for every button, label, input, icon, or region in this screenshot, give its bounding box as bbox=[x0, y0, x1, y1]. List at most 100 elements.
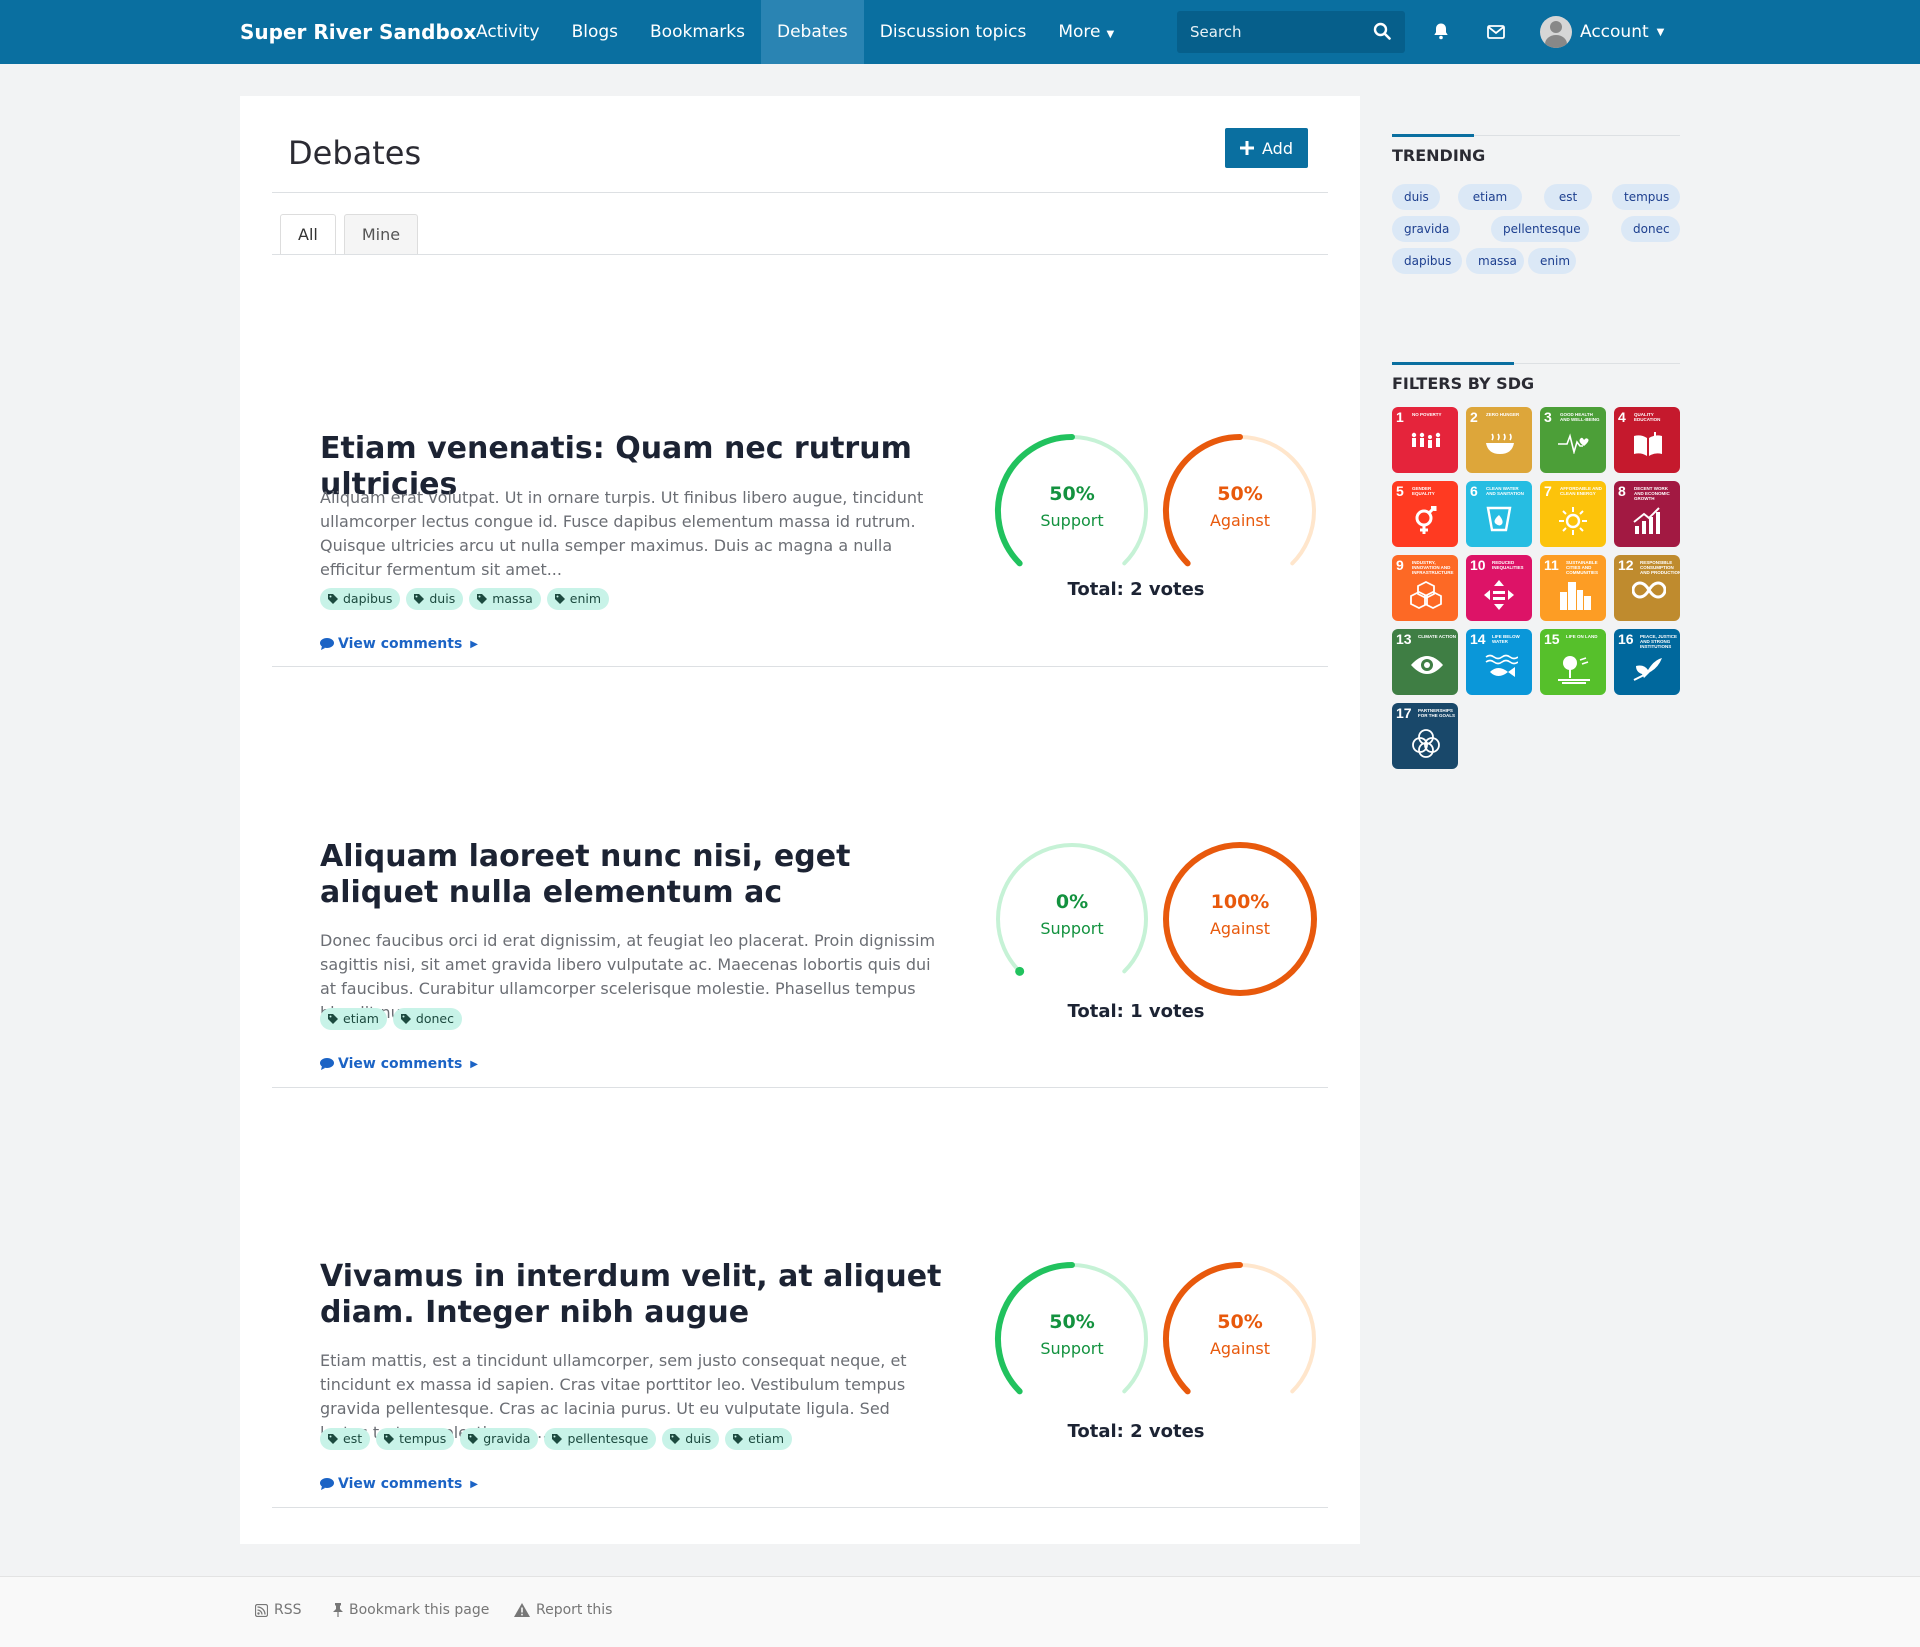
debates-card: Debates Add All Mine Etiam venenatis: Qu… bbox=[240, 96, 1360, 1544]
tag-pill[interactable]: gravida bbox=[460, 1428, 539, 1450]
sdg-caption: Life below water bbox=[1492, 634, 1520, 644]
trending-tag[interactable]: dapibus bbox=[1392, 248, 1462, 274]
trending-rule bbox=[1392, 134, 1680, 137]
sdg-tile-5[interactable]: 5 Gender equality bbox=[1392, 481, 1458, 547]
tag-pill[interactable]: est bbox=[320, 1428, 371, 1450]
tab-all[interactable]: All bbox=[280, 214, 336, 255]
trending-tag[interactable]: tempus bbox=[1612, 184, 1680, 210]
tag-pill[interactable]: tempus bbox=[376, 1428, 455, 1450]
debate-tags: etiam donec bbox=[320, 1008, 462, 1030]
trending-tag[interactable]: gravida bbox=[1392, 216, 1460, 242]
people-icon bbox=[1410, 432, 1444, 458]
tag-pill[interactable]: etiam bbox=[725, 1428, 793, 1450]
bell-icon[interactable] bbox=[1433, 22, 1449, 44]
sdg-caption: Industry, innovation and infrastructure bbox=[1412, 560, 1454, 575]
nav-debates[interactable]: Debates bbox=[761, 0, 864, 64]
top-navbar: Super River Sandbox Activity Blogs Bookm… bbox=[0, 0, 1920, 64]
sdg-caption: Sustainable cities and communities bbox=[1566, 560, 1598, 575]
tag-pill[interactable]: pellentesque bbox=[544, 1428, 657, 1450]
trending-tag[interactable]: donec bbox=[1621, 216, 1680, 242]
trending-tag[interactable]: etiam bbox=[1458, 184, 1522, 210]
nav-bookmarks[interactable]: Bookmarks bbox=[634, 0, 761, 64]
nav-more[interactable]: More ▼ bbox=[1042, 0, 1130, 64]
view-comments-link[interactable]: View comments ▶ bbox=[320, 1476, 478, 1492]
sdg-caption: Life on land bbox=[1566, 634, 1598, 639]
envelope-icon[interactable] bbox=[1487, 24, 1505, 43]
view-comments-link[interactable]: View comments ▶ bbox=[320, 1056, 478, 1072]
debate-tags: dapibus duis massa enim bbox=[320, 588, 610, 610]
tag-pill[interactable]: enim bbox=[546, 588, 610, 610]
bowl-icon bbox=[1484, 432, 1516, 460]
tag-label: donec bbox=[415, 1011, 454, 1026]
trending-tag[interactable]: pellentesque bbox=[1491, 216, 1589, 242]
trending-tag[interactable]: massa bbox=[1466, 248, 1524, 274]
search-input[interactable] bbox=[1177, 11, 1367, 53]
sdg-tile-15[interactable]: 15 Life on land bbox=[1540, 629, 1606, 695]
sdg-title: FILTERS BY SDG bbox=[1392, 374, 1535, 393]
sdg-tile-10[interactable]: 10 Reduced inequalities bbox=[1466, 555, 1532, 621]
tag-label: massa bbox=[492, 591, 533, 606]
tag-label: etiam bbox=[343, 1011, 379, 1026]
sdg-caption: Partnerships for the goals bbox=[1418, 708, 1455, 718]
tab-mine[interactable]: Mine bbox=[343, 214, 419, 254]
account-menu[interactable]: Account ▼ bbox=[1540, 14, 1664, 50]
sdg-tile-7[interactable]: 7 Affordable and clean energy bbox=[1540, 481, 1606, 547]
pin-icon bbox=[333, 1603, 343, 1617]
sdg-tile-3[interactable]: 3 Good health and well-being bbox=[1540, 407, 1606, 473]
sdg-tile-8[interactable]: 8 Decent work and economic growth bbox=[1614, 481, 1680, 547]
tag-pill[interactable]: duis bbox=[406, 588, 464, 610]
sdg-tile-11[interactable]: 11 Sustainable cities and communities bbox=[1540, 555, 1606, 621]
trending-tag[interactable]: duis bbox=[1392, 184, 1440, 210]
sdg-caption: Reduced inequalities bbox=[1492, 560, 1524, 570]
search-icon[interactable] bbox=[1373, 22, 1391, 44]
total-votes: Total: 2 votes bbox=[1067, 1421, 1205, 1442]
sdg-tile-16[interactable]: 16 Peace, justice and strong institutions bbox=[1614, 629, 1680, 695]
trending-title: TRENDING bbox=[1392, 146, 1486, 165]
view-comments-label: View comments bbox=[338, 1056, 463, 1072]
tag-label: dapibus bbox=[343, 591, 393, 606]
brand-link[interactable]: Super River Sandbox bbox=[240, 0, 476, 64]
sdg-tile-13[interactable]: 13 Climate action bbox=[1392, 629, 1458, 695]
equal-icon bbox=[1484, 580, 1514, 614]
debate-title[interactable]: Aliquam laoreet nunc nisi, eget aliquet … bbox=[320, 839, 960, 911]
sdg-caption: No poverty bbox=[1412, 412, 1442, 417]
tag-pill[interactable]: etiam bbox=[320, 1008, 387, 1030]
nav-discussion-topics[interactable]: Discussion topics bbox=[864, 0, 1043, 64]
tag-pill[interactable]: duis bbox=[662, 1428, 720, 1450]
tag-icon bbox=[384, 1434, 395, 1444]
bookmark-page-link[interactable]: Bookmark this page bbox=[333, 1602, 489, 1618]
fish-icon bbox=[1484, 654, 1519, 684]
report-link[interactable]: Report this bbox=[514, 1602, 612, 1618]
tag-icon bbox=[328, 1014, 338, 1024]
sdg-number: 16 bbox=[1618, 631, 1634, 647]
sdg-tile-4[interactable]: 4 Quality education bbox=[1614, 407, 1680, 473]
comment-icon bbox=[320, 1058, 334, 1070]
trending-tag[interactable]: enim bbox=[1528, 248, 1576, 274]
add-button[interactable]: Add bbox=[1225, 128, 1308, 168]
tag-pill[interactable]: donec bbox=[392, 1008, 462, 1030]
tag-pill[interactable]: massa bbox=[469, 588, 541, 610]
page-title: Debates bbox=[288, 134, 422, 172]
sdg-tile-14[interactable]: 14 Life below water bbox=[1466, 629, 1532, 695]
sdg-number: 15 bbox=[1544, 631, 1560, 647]
add-button-label: Add bbox=[1262, 138, 1293, 158]
sdg-caption: Good health and well-being bbox=[1560, 412, 1600, 422]
trending-tag[interactable]: est bbox=[1544, 184, 1592, 210]
water-icon bbox=[1484, 506, 1514, 540]
tag-icon bbox=[477, 594, 488, 604]
view-comments-link[interactable]: View comments ▶ bbox=[320, 636, 478, 652]
sdg-tile-2[interactable]: 2 Zero hunger bbox=[1466, 407, 1532, 473]
sdg-tile-12[interactable]: 12 Responsible consumption and production bbox=[1614, 555, 1680, 621]
sdg-tile-1[interactable]: 1 No poverty bbox=[1392, 407, 1458, 473]
debate-divider bbox=[272, 1507, 1328, 1508]
tag-label: enim bbox=[569, 591, 602, 606]
sdg-tile-9[interactable]: 9 Industry, innovation and infrastructure bbox=[1392, 555, 1458, 621]
sdg-tile-6[interactable]: 6 Clean water and sanitation bbox=[1466, 481, 1532, 547]
rss-link[interactable]: RSS bbox=[255, 1602, 302, 1618]
debate-item: Aliquam laoreet nunc nisi, eget aliquet … bbox=[272, 675, 1328, 1095]
nav-activity[interactable]: Activity bbox=[460, 0, 556, 64]
tag-pill[interactable]: dapibus bbox=[320, 588, 401, 610]
nav-blogs[interactable]: Blogs bbox=[556, 0, 634, 64]
sdg-tile-17[interactable]: 17 Partnerships for the goals bbox=[1392, 703, 1458, 769]
debate-title[interactable]: Vivamus in interdum velit, at aliquet di… bbox=[320, 1259, 960, 1331]
